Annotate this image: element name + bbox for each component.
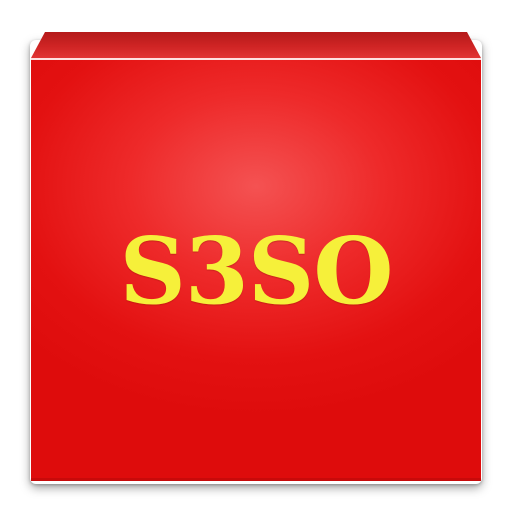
app-icon-tile[interactable]: S3SO	[31, 32, 481, 481]
tile-bottom-edge	[31, 478, 481, 481]
app-icon-label: S3SO	[119, 216, 393, 325]
tile-face: S3SO	[31, 60, 481, 481]
tile-top-bevel	[31, 32, 481, 58]
app-icon-canvas: S3SO	[0, 0, 512, 512]
